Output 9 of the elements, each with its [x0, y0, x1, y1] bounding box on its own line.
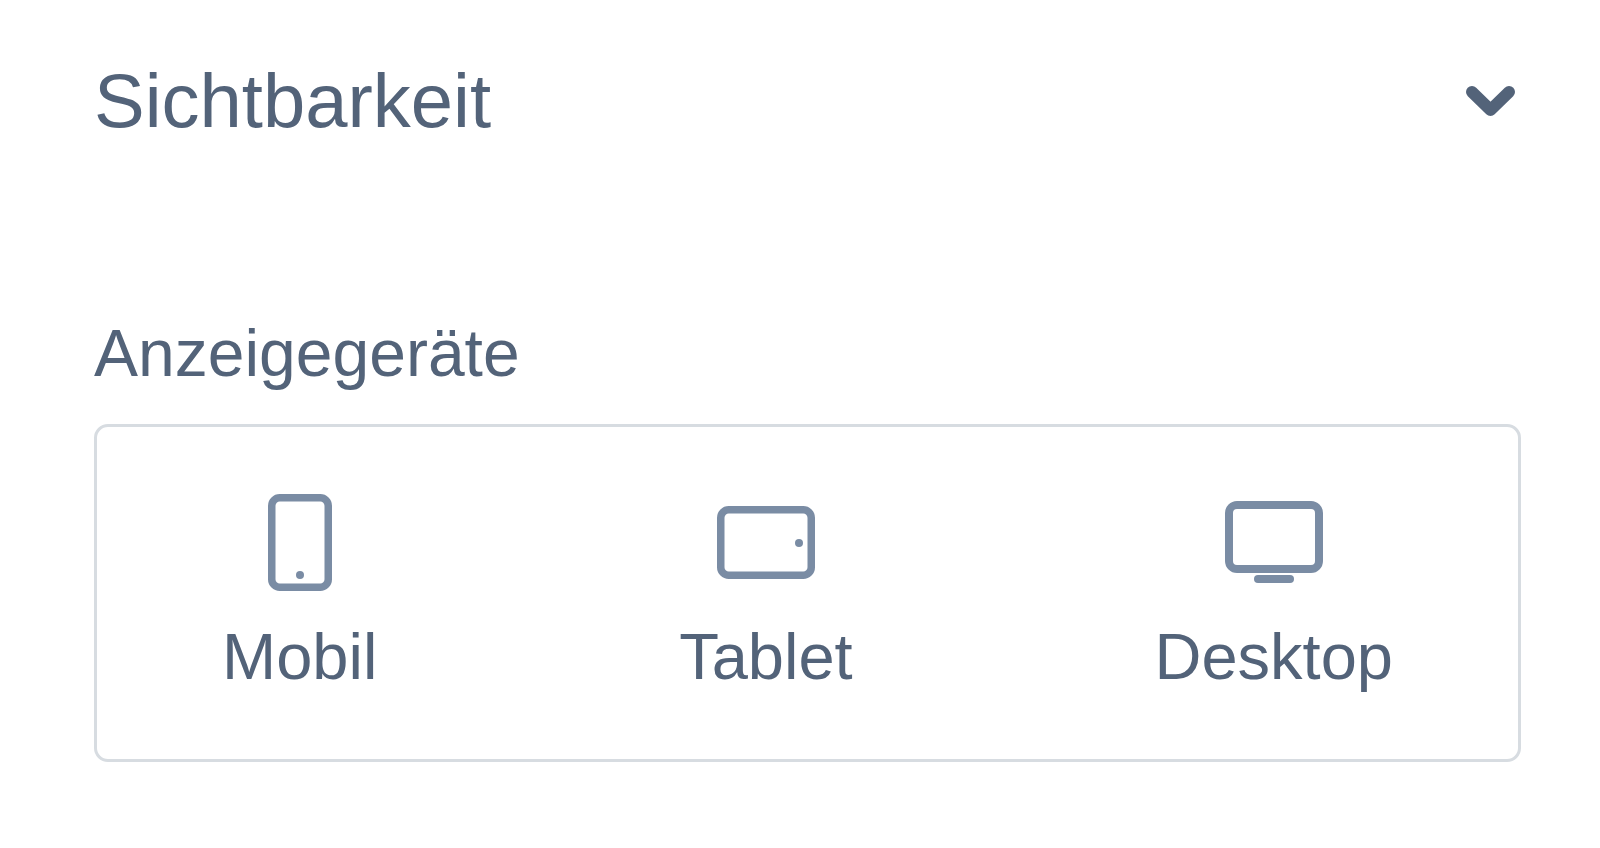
field-label: Anzeigegeräte: [94, 315, 520, 392]
phone-icon: [267, 493, 332, 591]
device-option[interactable]: Tablet: [679, 492, 853, 695]
device-option[interactable]: Desktop: [1154, 492, 1393, 695]
device-option[interactable]: Mobil: [222, 492, 378, 695]
tablet-icon: [716, 505, 815, 579]
chevron-down-icon[interactable]: [1466, 85, 1515, 116]
section-title: Sichtbarkeit: [94, 57, 492, 145]
monitor-icon: [1224, 501, 1323, 583]
